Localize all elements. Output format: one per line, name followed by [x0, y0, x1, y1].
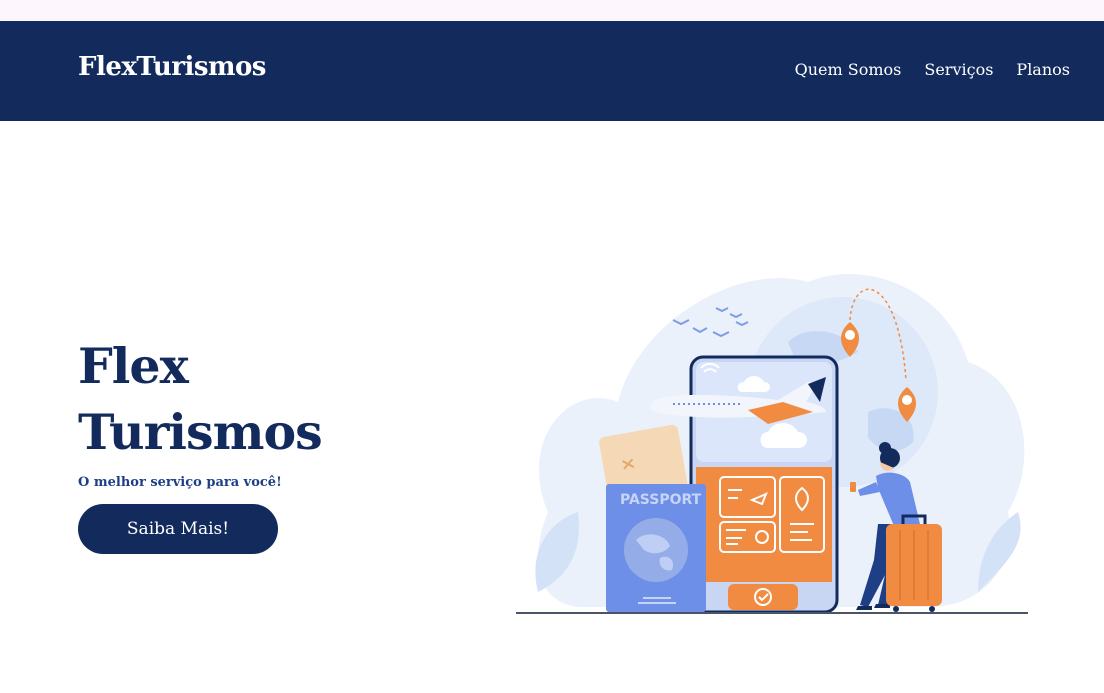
hero-title-line1: Flex [78, 337, 189, 395]
hero-subtitle: O melhor serviço para você! [78, 475, 282, 490]
nav-link-servicos[interactable]: Serviços [924, 60, 993, 79]
navbar: FlexTurismos Quem Somos Serviços Planos [0, 21, 1104, 121]
top-strip [0, 0, 1104, 21]
saiba-mais-button[interactable]: Saiba Mais! [78, 504, 278, 554]
nav-link-quem-somos[interactable]: Quem Somos [795, 60, 902, 79]
brand-logo[interactable]: FlexTurismos [78, 52, 266, 82]
hero-title-line2: Turismos [78, 403, 323, 461]
passport-text: PASSPORT [620, 492, 702, 508]
hero-title: Flex Turismos [78, 333, 378, 465]
suitcase-icon [886, 514, 942, 612]
travel-illustration: PASSPORT [516, 273, 1028, 614]
main-nav: Quem Somos Serviços Planos [795, 60, 1070, 79]
nav-link-planos[interactable]: Planos [1016, 60, 1070, 79]
